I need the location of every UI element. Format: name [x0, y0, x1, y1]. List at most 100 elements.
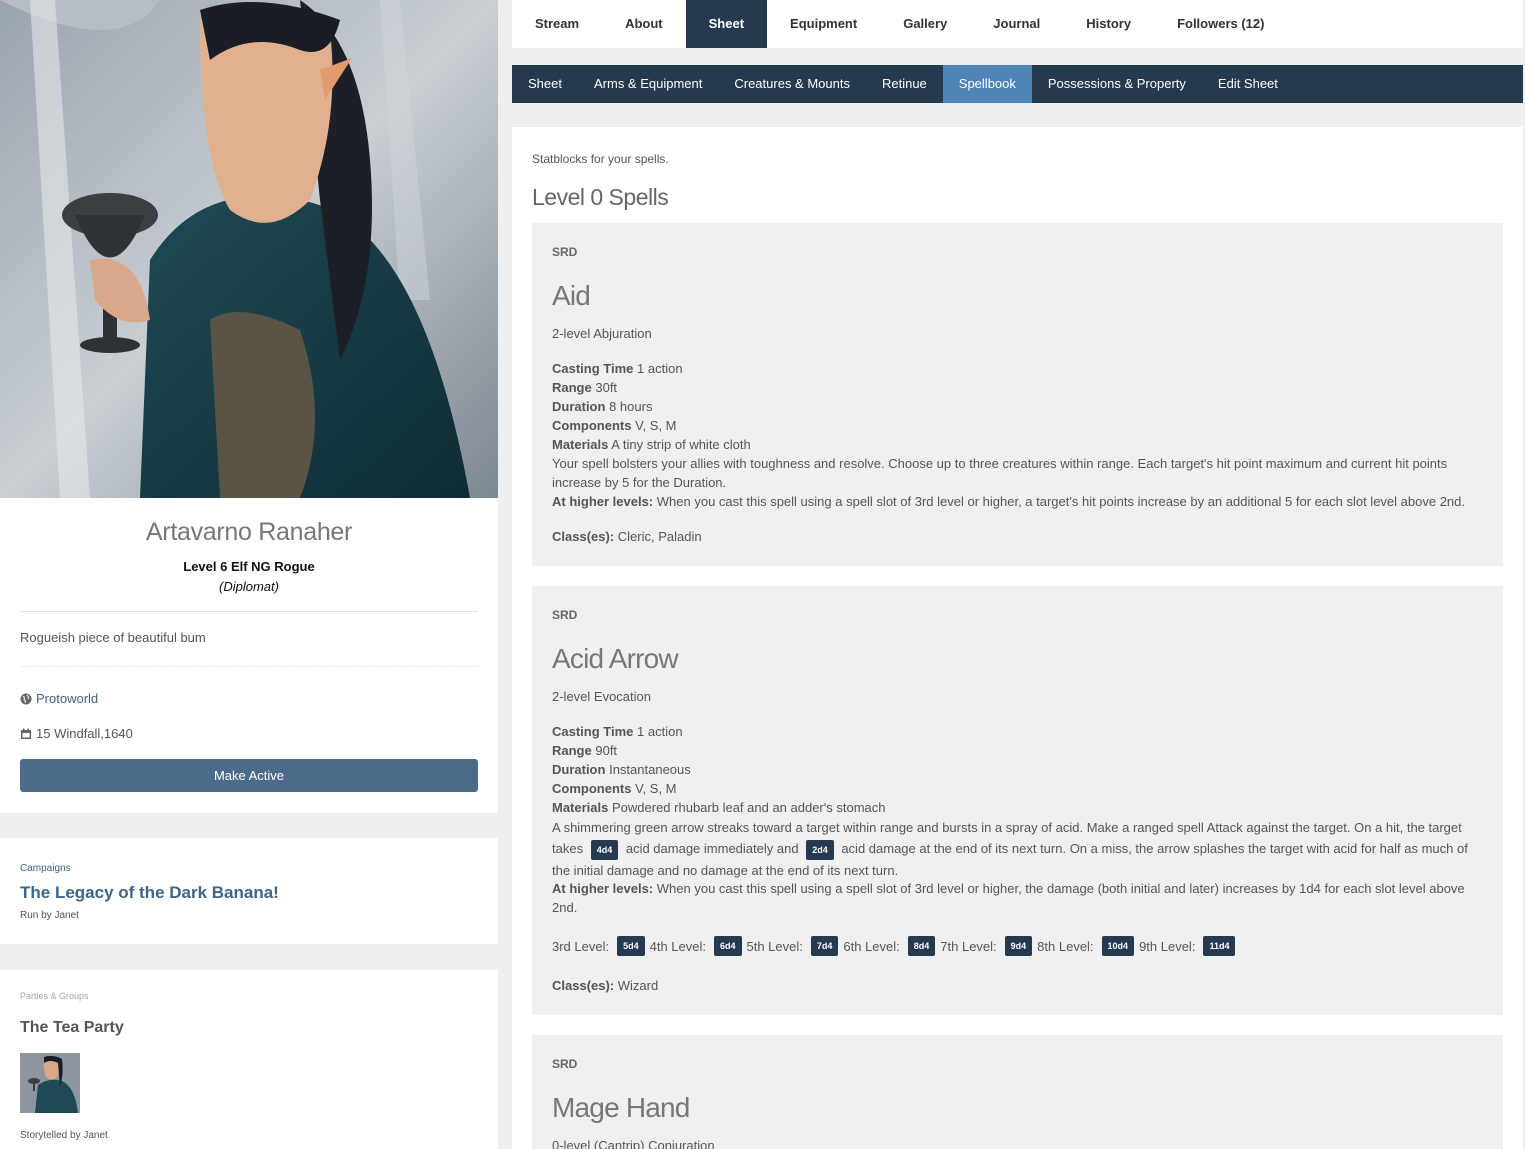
- spell-description: Your spell bolsters your allies with tou…: [552, 456, 1448, 490]
- field-label: Casting Time: [552, 724, 634, 739]
- description-text: acid damage immediately and: [625, 841, 799, 856]
- character-sidebar: Artavarno Ranaher Level 6 Elf NG Rogue (…: [0, 0, 498, 1149]
- field-value: Powdered rhubarb leaf and an adder's sto…: [612, 800, 886, 815]
- dice-roll-button[interactable]: 10d4: [1101, 936, 1135, 956]
- character-level: Level 6 Elf NG Rogue: [183, 559, 315, 574]
- dice-roll-button[interactable]: 5d4: [617, 936, 645, 956]
- campaign-title-link[interactable]: The Legacy of the Dark Banana!: [20, 883, 279, 903]
- dice-roll-button[interactable]: 2d4: [806, 839, 834, 860]
- field-label: Duration: [552, 762, 606, 777]
- tab-journal[interactable]: Journal: [970, 0, 1063, 48]
- make-active-button[interactable]: Make Active: [20, 759, 478, 792]
- spell-materials: Materials A tiny strip of white cloth: [552, 437, 751, 452]
- spell-card: SRD Mage Hand 0-level (Cantrip) Conjurat…: [532, 1035, 1503, 1149]
- party-title-link[interactable]: The Tea Party: [20, 1019, 124, 1037]
- field-label: Range: [552, 743, 592, 758]
- spellbook-intro: Statblocks for your spells.: [532, 152, 669, 166]
- tab-stream[interactable]: Stream: [512, 0, 602, 48]
- spell-scaling-row: 3rd Level: 5d4 4th Level: 6d4 5th Level: 7d…: [552, 936, 1240, 956]
- spell-school: 2-level Abjuration: [552, 326, 652, 341]
- spell-classes: Class(es): Wizard: [552, 978, 658, 993]
- tab-equipment[interactable]: Equipment: [767, 0, 880, 48]
- tab-followers[interactable]: Followers (12): [1154, 0, 1287, 48]
- party-storyteller: Storytelled by Janet: [20, 1130, 108, 1141]
- field-label: Components: [552, 418, 632, 433]
- dice-roll-button[interactable]: 11d4: [1203, 936, 1236, 956]
- field-value: Cleric, Paladin: [617, 529, 702, 544]
- spell-source: SRD: [552, 245, 578, 259]
- spellbook-panel: Statblocks for your spells. Level 0 Spel…: [512, 127, 1523, 1149]
- field-label: Materials: [552, 800, 609, 815]
- tab-gallery[interactable]: Gallery: [880, 0, 970, 48]
- character-portrait[interactable]: [0, 0, 498, 498]
- world-name: Protoworld: [36, 691, 99, 706]
- dice-roll-button[interactable]: 7d4: [810, 936, 839, 956]
- field-value: Instantaneous: [609, 762, 691, 777]
- field-label: Materials: [552, 437, 609, 452]
- field-value: 90ft: [595, 743, 618, 758]
- sheet-subnavigation: Sheet Arms & Equipment Creatures & Mount…: [512, 65, 1523, 103]
- subtab-possessions-property[interactable]: Possessions & Property: [1032, 65, 1202, 103]
- tab-sheet[interactable]: Sheet: [685, 0, 768, 48]
- scaling-level-label: 9th Level:: [1139, 938, 1196, 954]
- subtab-edit-sheet[interactable]: Edit Sheet: [1202, 65, 1294, 103]
- spell-higher-levels: At higher levels: When you cast this spe…: [552, 494, 1465, 509]
- dice-roll-button[interactable]: 4d4: [590, 839, 619, 860]
- character-tagline: Rogueish piece of beautiful bum: [20, 630, 206, 645]
- subtab-creatures-mounts[interactable]: Creatures & Mounts: [718, 65, 866, 103]
- character-profile-card: Artavarno Ranaher Level 6 Elf NG Rogue (…: [0, 498, 498, 813]
- field-label: Components: [552, 781, 632, 796]
- tab-about[interactable]: About: [602, 0, 686, 48]
- spell-duration: Duration 8 hours: [552, 399, 652, 414]
- scaling-level-label: 7th Level:: [940, 938, 997, 954]
- subtab-retinue[interactable]: Retinue: [866, 65, 943, 103]
- spell-range: Range 90ft: [552, 743, 617, 758]
- party-label: Parties & Groups: [20, 991, 89, 1001]
- party-member-avatar[interactable]: [20, 1053, 80, 1113]
- field-label: Duration: [552, 399, 606, 414]
- field-value: Wizard: [617, 978, 659, 993]
- character-name: Artavarno Ranaher: [145, 518, 353, 546]
- scaling-level-label: 3rd Level:: [552, 938, 610, 954]
- spell-components: Components V, S, M: [552, 781, 677, 796]
- spell-school: 2-level Evocation: [552, 689, 651, 704]
- divider: [20, 611, 478, 612]
- field-value: V, S, M: [635, 781, 677, 796]
- field-label: Class(es):: [552, 529, 615, 544]
- scaling-level-label: 8th Level:: [1037, 938, 1094, 954]
- field-value: V, S, M: [635, 418, 677, 433]
- spell-card: SRD Aid 2-level Abjuration Casting Time …: [532, 223, 1503, 566]
- spell-name: Acid Arrow: [552, 643, 679, 674]
- subtab-arms-equipment[interactable]: Arms & Equipment: [578, 65, 718, 103]
- field-value: When you cast this spell using a spell s…: [656, 494, 1465, 509]
- subtab-sheet[interactable]: Sheet: [512, 65, 578, 103]
- globe-icon: [20, 693, 32, 704]
- tab-history[interactable]: History: [1063, 0, 1154, 48]
- world-link[interactable]: Protoworld: [20, 691, 98, 706]
- calendar-icon: [21, 728, 31, 739]
- spell-school: 0-level (Cantrip) Conjuration: [552, 1138, 715, 1149]
- spell-description: A shimmering green arrow streaks toward …: [552, 817, 1487, 881]
- field-label: Casting Time: [552, 361, 634, 376]
- field-value: 30ft: [595, 380, 618, 395]
- field-value: 1 action: [637, 361, 683, 376]
- field-value: 8 hours: [609, 399, 653, 414]
- dice-roll-button[interactable]: 8d4: [907, 936, 936, 956]
- field-label: Class(es):: [552, 978, 615, 993]
- subtab-spellbook[interactable]: Spellbook: [942, 65, 1032, 103]
- campaign-label: Campaigns: [20, 863, 71, 874]
- spell-components: Components V, S, M: [552, 418, 677, 433]
- character-title: (Diplomat): [219, 579, 279, 594]
- dice-roll-button[interactable]: 9d4: [1004, 936, 1033, 956]
- divider: [20, 666, 478, 667]
- field-label: Range: [552, 380, 592, 395]
- field-label: At higher levels:: [552, 881, 654, 896]
- spell-source: SRD: [552, 608, 578, 622]
- spell-duration: Duration Instantaneous: [552, 762, 691, 777]
- scaling-level-label: 4th Level:: [649, 938, 706, 954]
- spell-level-heading: Level 0 Spells: [532, 184, 669, 210]
- dice-roll-button[interactable]: 6d4: [713, 936, 742, 956]
- campaign-run-by: Run by Janet: [20, 910, 79, 921]
- spell-name: Aid: [552, 280, 591, 311]
- scaling-level-label: 5th Level:: [746, 938, 803, 954]
